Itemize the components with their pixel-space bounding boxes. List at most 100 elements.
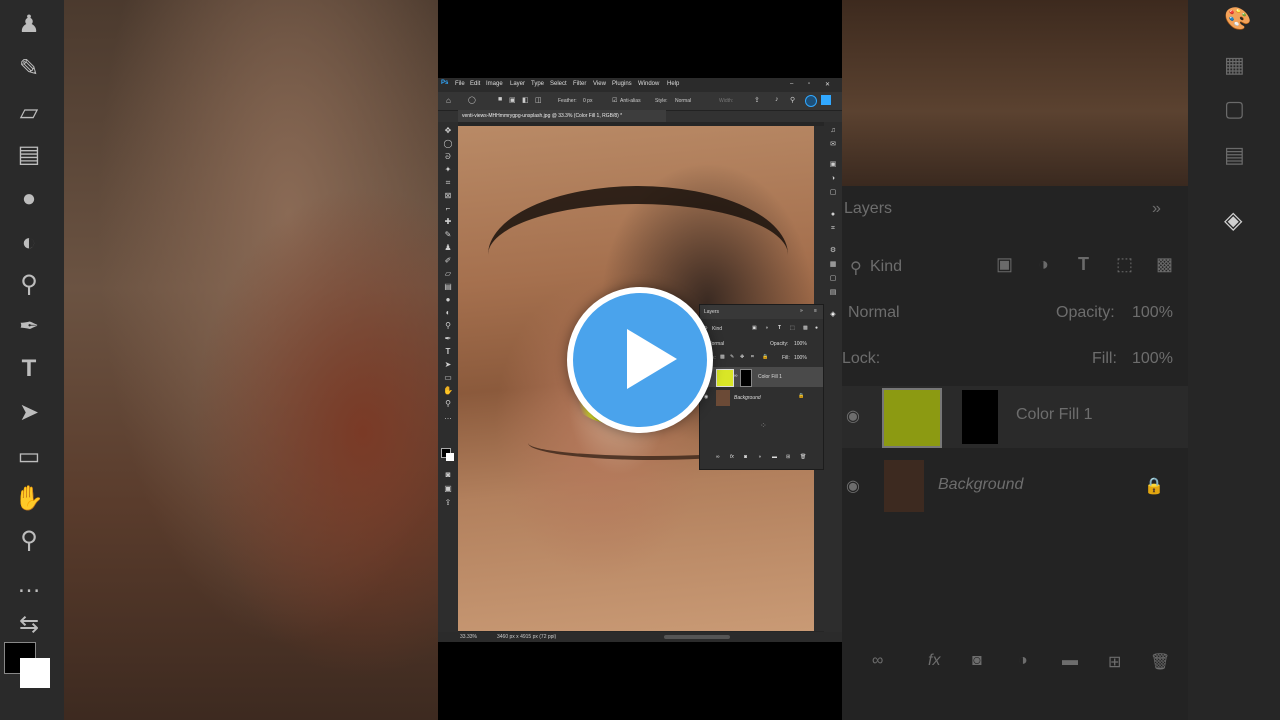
search-icon[interactable]: ⚲ (790, 96, 795, 104)
menu-edit[interactable]: Edit (470, 81, 480, 87)
zoom-level[interactable]: 33.33% (460, 634, 477, 640)
lock-move-icon[interactable]: ✥ (740, 354, 744, 360)
adjustment-filter-icon[interactable]: ◑ (765, 325, 768, 331)
checkbox-icon[interactable]: ☑ (612, 97, 617, 104)
dodge-tool-icon[interactable]: ◐ (442, 308, 454, 318)
layer-mask-thumbnail[interactable] (740, 369, 752, 387)
pen-tool-icon[interactable]: ✒ (442, 334, 454, 344)
channels-icon[interactable]: ▤ (828, 288, 838, 297)
visibility-eye-icon-2[interactable]: ◉ (704, 394, 708, 400)
menu-select[interactable]: Select (550, 81, 567, 87)
delete-layer-icon[interactable]: 🗑 (800, 454, 806, 460)
share-image-icon[interactable]: ⇪ (442, 498, 454, 508)
share-icon[interactable]: ⇪ (754, 96, 760, 104)
move-tool-icon[interactable]: ✥ (442, 126, 454, 136)
adjustments-icon[interactable]: ◑ (828, 174, 838, 183)
background-thumbnail[interactable] (716, 390, 730, 406)
screen-mode-icon[interactable]: ▣ (442, 484, 454, 494)
blur-tool-icon[interactable]: ● (442, 295, 454, 305)
add-selection-icon[interactable]: ▣ (509, 96, 516, 104)
type-filter-icon[interactable]: T (778, 325, 781, 331)
add-mask-icon[interactable]: ◙ (744, 454, 747, 460)
maximize-icon[interactable]: ▫ (808, 81, 810, 87)
subtract-selection-icon[interactable]: ◧ (522, 96, 529, 104)
libraries-icon[interactable]: ▣ (828, 160, 838, 169)
styles-icon[interactable]: ▢ (828, 274, 838, 283)
filter-kind-select[interactable]: Kind (712, 326, 722, 332)
panel-menu-icon[interactable]: ≡ (814, 308, 817, 314)
menu-view[interactable]: View (593, 81, 606, 87)
layer-row-color-fill[interactable]: ◉ ∞ Color Fill 1 (700, 367, 823, 387)
lasso-tool-icon[interactable]: ᘐ (442, 152, 454, 162)
menu-window[interactable]: Window (638, 81, 659, 87)
lock-pixels-icon[interactable]: ▩ (720, 354, 725, 360)
ellipse-marquee-icon[interactable]: ◯ (468, 96, 476, 104)
fx-icon[interactable]: fx (730, 454, 734, 460)
learn-icon[interactable]: ♫ (828, 126, 838, 135)
path-select-tool-icon[interactable]: ➤ (442, 360, 454, 370)
menu-plugins[interactable]: Plugins (612, 81, 632, 87)
marquee-tool-icon[interactable]: ◯ (442, 139, 454, 149)
menu-image[interactable]: Image (486, 81, 503, 87)
quick-mask-icon[interactable]: ◙ (442, 470, 454, 480)
gradient-tool-icon[interactable]: ▤ (442, 282, 454, 292)
document-info[interactable]: 3460 px x 4915 px (72 ppi) (497, 634, 556, 640)
minimize-icon[interactable]: – (790, 81, 793, 87)
feather-input[interactable]: 0 px (583, 98, 592, 104)
new-selection-icon[interactable]: ■ (498, 96, 502, 103)
eraser-tool-icon[interactable]: ▱ (442, 269, 454, 279)
color-fill-thumbnail[interactable] (716, 369, 734, 387)
style-select[interactable]: Normal (675, 98, 691, 104)
zoom-tool-icon[interactable]: ⚲ (442, 399, 454, 409)
intersect-selection-icon[interactable]: ◫ (535, 96, 542, 104)
stamp-tool-icon[interactable]: ♟ (442, 243, 454, 253)
gradients-icon[interactable]: ▦ (828, 260, 838, 269)
workspace-icon[interactable] (821, 95, 831, 105)
profile-icon[interactable] (805, 95, 817, 107)
healing-tool-icon[interactable]: ✚ (442, 217, 454, 227)
background-swatch[interactable] (446, 453, 454, 461)
type-tool-icon[interactable]: T (442, 347, 454, 357)
menu-type[interactable]: Type (531, 81, 544, 87)
patterns-icon[interactable]: ⚙ (828, 246, 838, 255)
layer-row-background[interactable]: ◉ Background 🔒 (700, 389, 823, 407)
horizontal-scrollbar[interactable] (664, 635, 730, 639)
rectangle-tool-icon[interactable]: ▭ (442, 373, 454, 383)
zoom-lens-tool-icon[interactable]: ⚲ (442, 321, 454, 331)
properties-icon[interactable]: ▢ (828, 188, 838, 197)
new-adjustment-icon[interactable]: ◑ (758, 454, 761, 460)
layers-icon[interactable]: ◈ (828, 310, 838, 319)
eyedropper-tool-icon[interactable]: ⌐ (442, 204, 454, 214)
fill-input[interactable]: 100% (794, 355, 807, 361)
object-select-tool-icon[interactable]: ✦ (442, 165, 454, 175)
link-layers-icon[interactable]: ∞ (716, 454, 720, 460)
document-tab[interactable]: venti-views-MHHmmrygpg-unsplash.jpg @ 33… (458, 110, 666, 122)
menu-file[interactable]: File (455, 81, 465, 87)
collapse-icon[interactable]: » (800, 308, 803, 314)
menu-filter[interactable]: Filter (573, 81, 586, 87)
history-brush-tool-icon[interactable]: ✐ (442, 256, 454, 266)
bell-icon[interactable]: ♪ (775, 96, 779, 103)
comments-icon[interactable]: ✉ (828, 140, 838, 149)
close-icon[interactable]: ✕ (825, 81, 830, 88)
swatches-icon[interactable]: ⌗ (828, 224, 838, 233)
lock-paint-icon[interactable]: ✎ (730, 354, 734, 360)
layer-name-background[interactable]: Background (734, 395, 761, 401)
home-icon[interactable]: ⌂ (446, 96, 451, 105)
lock-all-icon[interactable]: 🔒 (762, 354, 768, 360)
crop-tool-icon[interactable]: ⌗ (442, 178, 454, 188)
pixel-filter-icon[interactable]: ▣ (752, 325, 757, 331)
layer-name-color-fill[interactable]: Color Fill 1 (758, 374, 782, 380)
opacity-input[interactable]: 100% (794, 341, 807, 347)
edit-toolbar-icon[interactable]: … (442, 412, 454, 422)
menu-layer[interactable]: Layer (510, 81, 525, 87)
lock-artboard-icon[interactable]: ⌗ (751, 354, 754, 360)
hand-tool-icon[interactable]: ✋ (442, 386, 454, 396)
frame-tool-icon[interactable]: ⊠ (442, 191, 454, 201)
brush-tool-icon[interactable]: ✎ (442, 230, 454, 240)
play-button[interactable] (567, 287, 713, 433)
new-layer-icon[interactable]: ⊞ (786, 454, 790, 460)
filter-toggle-icon[interactable]: ● (815, 325, 818, 331)
shape-filter-icon[interactable]: ⬚ (790, 325, 795, 331)
new-group-icon[interactable]: ▬ (772, 454, 777, 460)
